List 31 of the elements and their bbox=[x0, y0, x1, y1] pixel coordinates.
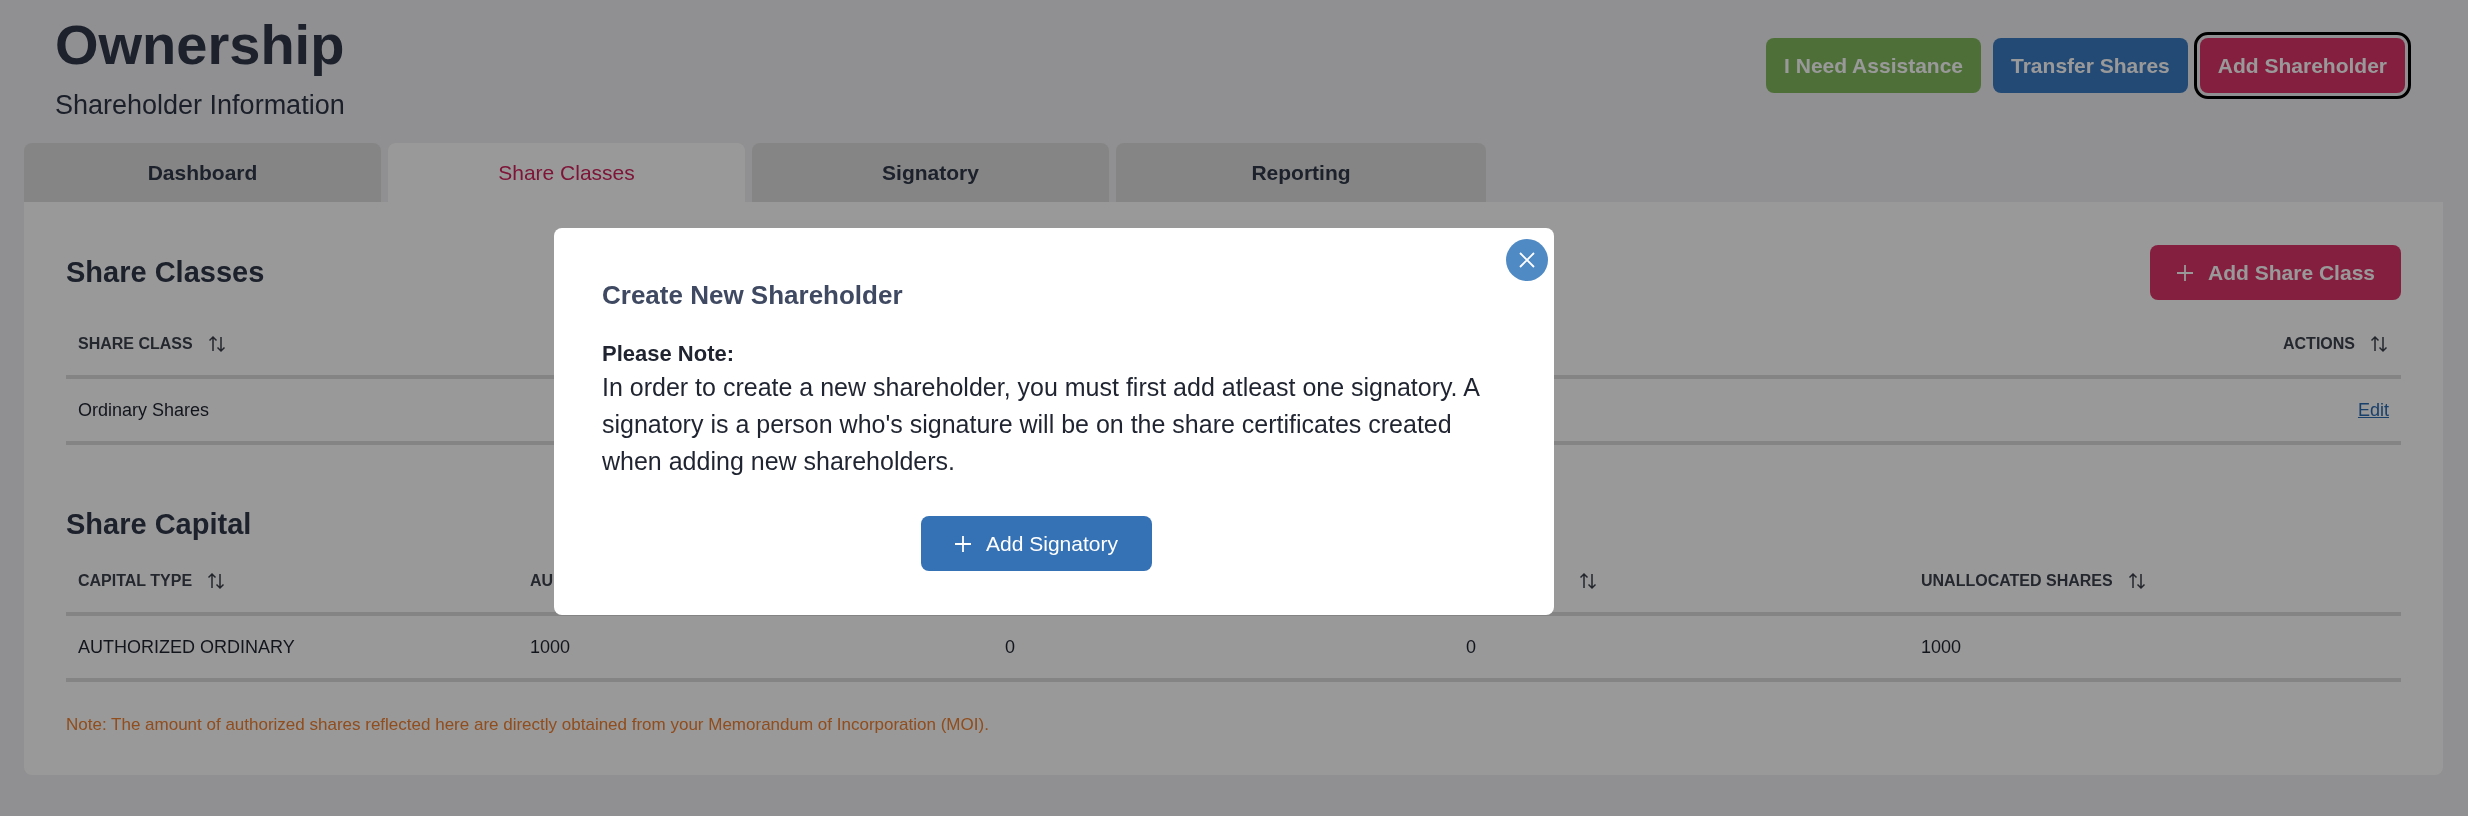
close-icon bbox=[1518, 251, 1536, 269]
plus-icon bbox=[2176, 263, 2195, 282]
column-header[interactable]: SHARE CLASS bbox=[78, 335, 193, 353]
column-header[interactable]: AU bbox=[530, 572, 554, 590]
table-cell: 0 bbox=[1466, 636, 1476, 657]
column-header[interactable]: ACTIONS bbox=[2283, 335, 2355, 353]
page-subtitle: Shareholder Information bbox=[55, 90, 345, 121]
table-cell: 0 bbox=[1005, 636, 1015, 657]
close-button[interactable] bbox=[1506, 239, 1548, 281]
tab[interactable]: Share Classes bbox=[388, 143, 745, 202]
page-title: Ownership bbox=[55, 14, 345, 76]
tab[interactable]: Reporting bbox=[1116, 143, 1486, 202]
column-header[interactable]: CAPITAL TYPE bbox=[78, 572, 193, 590]
plus-icon bbox=[954, 534, 973, 553]
table-cell: 1000 bbox=[1921, 636, 1962, 657]
dialog-title: Create New Shareholder bbox=[602, 280, 904, 311]
add-signatory-button[interactable]: Add Signatory bbox=[920, 516, 1152, 571]
edit-link[interactable]: Edit bbox=[2357, 399, 2389, 420]
table-cell: Ordinary Shares bbox=[78, 399, 210, 420]
transfer-button[interactable]: Transfer Shares bbox=[1993, 38, 2188, 93]
add-share-class-button[interactable]: Add Share Class bbox=[2150, 245, 2401, 300]
tab[interactable]: Dashboard bbox=[24, 143, 381, 202]
table-cell: 1000 bbox=[530, 636, 571, 657]
section-title: Share Classes bbox=[66, 256, 265, 289]
tab[interactable]: Signatory bbox=[752, 143, 1109, 202]
note-label: Please Note: bbox=[602, 341, 736, 367]
dialog-message: In order to create a new shareholder, you must first add atleast one signatory. A signatory is a person who's signature will be on the share certificates created when adding new shareholders. bbox=[602, 372, 1481, 477]
section-title: Share Capital bbox=[66, 508, 252, 541]
table-cell: AUTHORIZED ORDINARY bbox=[78, 636, 295, 657]
note-text: Note: The amount of authorized shares reflected here are directly obtained from your Memorandum of Incorporation (MOI). bbox=[66, 715, 990, 735]
column-header[interactable]: UNALLOCATED SHARES bbox=[1921, 572, 2113, 590]
